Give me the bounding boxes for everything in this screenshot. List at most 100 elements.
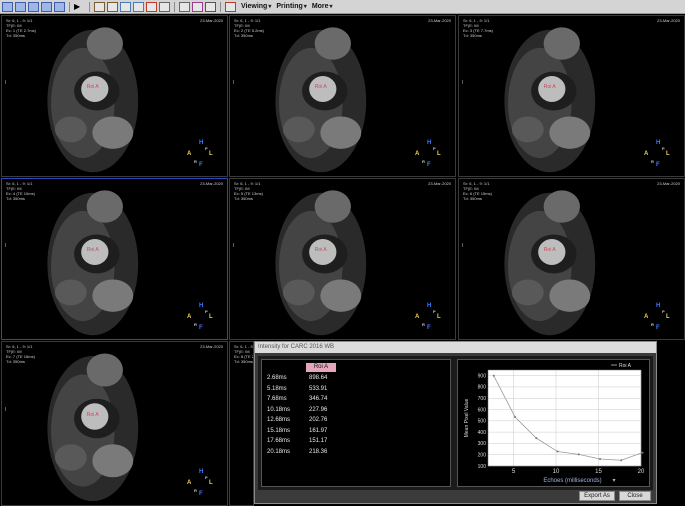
data-point	[556, 450, 559, 453]
export-as-button[interactable]: Export As	[579, 491, 615, 501]
y-tick-label: 400	[478, 430, 487, 436]
roi-label[interactable]: Roi A	[87, 248, 99, 253]
intensity-value-cell: 161.97	[309, 427, 328, 434]
ellipse-icon[interactable]	[179, 1, 190, 12]
orientation-head-label: H	[656, 140, 661, 146]
settings-icon[interactable]	[205, 1, 216, 12]
orientation-anterior-label: A	[644, 151, 649, 157]
roi-icon[interactable]	[133, 1, 144, 12]
orientation-foot-label: F	[199, 325, 203, 331]
orientation-foot-label: F	[427, 325, 431, 331]
data-point	[514, 415, 517, 418]
printing-menu-label: Printing	[276, 3, 303, 10]
echo-time-cell: 20.18ms	[267, 448, 291, 455]
layout-grid-icon[interactable]	[54, 1, 65, 12]
layout-3x3-icon[interactable]	[41, 1, 52, 12]
viewing-menu[interactable]: Viewing ▾	[241, 3, 271, 10]
orientation-p-label: P	[662, 146, 665, 151]
printing-menu[interactable]: Printing ▾	[276, 3, 306, 10]
scissors-icon[interactable]	[94, 1, 105, 12]
intensity-value-cell: 151.17	[309, 438, 328, 444]
layout-2x2-icon[interactable]	[28, 1, 39, 12]
series-info-line: Td: 350ms	[6, 196, 25, 201]
viewport-1[interactable]: Roi A 23-Mar-2020 I H F A L R P Sr: 6, 1 - 9: 1/1…	[1, 15, 228, 177]
scale-marker: I	[5, 243, 7, 249]
orientation-foot-label: F	[199, 491, 203, 497]
roi-label[interactable]: Roi A	[544, 85, 556, 90]
pin-icon[interactable]	[146, 1, 157, 12]
layout-1x2-icon[interactable]	[15, 1, 26, 12]
orientation-foot-label: F	[656, 325, 660, 331]
table-row: 2.68ms 898.64	[267, 375, 437, 383]
series-info-line: Td: 350ms	[6, 33, 25, 38]
orientation-anterior-label: A	[187, 151, 192, 157]
orientation-cube-icon: H F A L R P	[187, 303, 217, 333]
roi-column-header[interactable]: Roi A	[306, 363, 336, 372]
scale-marker: I	[462, 80, 464, 86]
study-date: 23-Mar-2020	[657, 181, 680, 186]
grid-overlay-icon[interactable]	[192, 1, 203, 12]
orientation-left-label: L	[666, 151, 670, 157]
viewport-3[interactable]: Roi A 23-Mar-2020 I H F A L R P Sr: 6, 1 - 9: 1/1…	[458, 15, 685, 177]
play-icon[interactable]: ▶	[74, 2, 85, 12]
viewport-2[interactable]: Roi A 23-Mar-2020 I H F A L R P Sr: 6, 1 - 9: 1/1…	[229, 15, 456, 177]
orientation-anterior-label: A	[415, 151, 420, 157]
series-info: Sr: 6, 1 - 9: 1/1 TF(E: IM Ec: 4 (TE 10ms)…	[6, 181, 35, 201]
echo-time-cell: 17.68ms	[267, 438, 291, 444]
orientation-head-label: H	[199, 303, 204, 309]
orientation-r-label: R	[194, 159, 197, 164]
series-info: Sr: 6, 1 - 9: 1/1TF(E: IMEc: 8 (TE 20ms)…	[234, 344, 253, 364]
layout-1x1-icon[interactable]	[2, 1, 13, 12]
orientation-foot-label: F	[199, 162, 203, 168]
viewport-7[interactable]: Roi A 23-Mar-2020 I H F A L R P Sr: 6, 1 - 9: 1/1…	[1, 341, 228, 506]
viewport-5[interactable]: Roi A 23-Mar-2020 I H F A L R P Sr: 6, 1 - 9: 1/1…	[229, 178, 456, 340]
orientation-left-label: L	[666, 314, 670, 320]
echo-time-cell: 2.68ms	[267, 375, 287, 381]
orientation-p-label: P	[433, 146, 436, 151]
study-date: 23-Mar-2020	[200, 344, 223, 349]
dialog-title: Intensity for CARC 2016 WB	[255, 342, 656, 353]
table-row: 10.18ms 227.96	[267, 407, 437, 415]
roi-label[interactable]: Roi A	[87, 85, 99, 90]
viewport-8[interactable]: Sr: 6, 1 - 9: 1/1TF(E: IMEc: 8 (TE 20ms)…	[229, 341, 254, 506]
dialog-body: Roi A 2.68ms 898.64 5.18ms 533.91 7.68ms 346.…	[258, 356, 653, 490]
scale-marker: I	[233, 243, 235, 249]
ruler-icon[interactable]	[107, 1, 118, 12]
study-date: 23-Mar-2020	[200, 181, 223, 186]
y-tick-label: 600	[478, 407, 487, 413]
table-row: 7.68ms 346.74	[267, 396, 437, 404]
series-info: Sr: 6, 1 - 9: 1/1 TF(E: IM Ec: 5 (TE 13ms)…	[234, 181, 263, 201]
study-date: 23-Mar-2020	[657, 18, 680, 23]
viewport-4[interactable]: Roi A 23-Mar-2020 I H F A L R P Sr: 6, 1 - 9: 1/1…	[1, 178, 228, 340]
y-tick-label: 300	[478, 441, 487, 447]
lasso-icon[interactable]	[159, 1, 170, 12]
orientation-head-label: H	[199, 140, 204, 146]
y-tick-label: 100	[478, 464, 487, 470]
sync-icon[interactable]	[225, 1, 236, 12]
chart-svg: 100 200 300 400 500 600 700 800 900 5 10 15 20 Roi A E…	[464, 363, 645, 484]
intensity-value-cell: 202.76	[309, 417, 328, 423]
orientation-cube-icon: H F A L R P	[415, 140, 445, 170]
roi-label[interactable]: Roi A	[544, 248, 556, 253]
magnify-icon[interactable]	[120, 1, 131, 12]
scale-marker: I	[233, 80, 235, 86]
roi-label[interactable]: Roi A	[315, 85, 327, 90]
orientation-left-label: L	[209, 314, 213, 320]
more-menu[interactable]: More ▾	[312, 3, 333, 10]
orientation-cube-icon: H F A L R P	[187, 140, 217, 170]
close-button[interactable]: Close	[619, 491, 651, 501]
y-tick-label: 900	[478, 373, 487, 379]
intensity-chart: 100 200 300 400 500 600 700 800 900 5 10 15 20 Roi A E…	[457, 359, 650, 487]
intensity-value-cell: 533.91	[309, 385, 328, 392]
orientation-r-label: R	[651, 322, 654, 327]
orientation-cube-icon: H F A L R P	[644, 140, 674, 170]
roi-label[interactable]: Roi A	[315, 248, 327, 253]
roi-label[interactable]: Roi A	[87, 412, 99, 418]
viewport-6[interactable]: Roi A 23-Mar-2020 I H F A L R P Sr: 6, 1 - 9: 1/1…	[458, 178, 685, 340]
echo-time-cell: 12.68ms	[267, 417, 291, 423]
intensity-value-cell: 218.36	[309, 448, 328, 455]
scale-marker: I	[5, 80, 7, 86]
data-point	[599, 458, 602, 461]
plot-area	[487, 369, 642, 467]
table-row: 15.18ms 161.97	[267, 428, 437, 436]
